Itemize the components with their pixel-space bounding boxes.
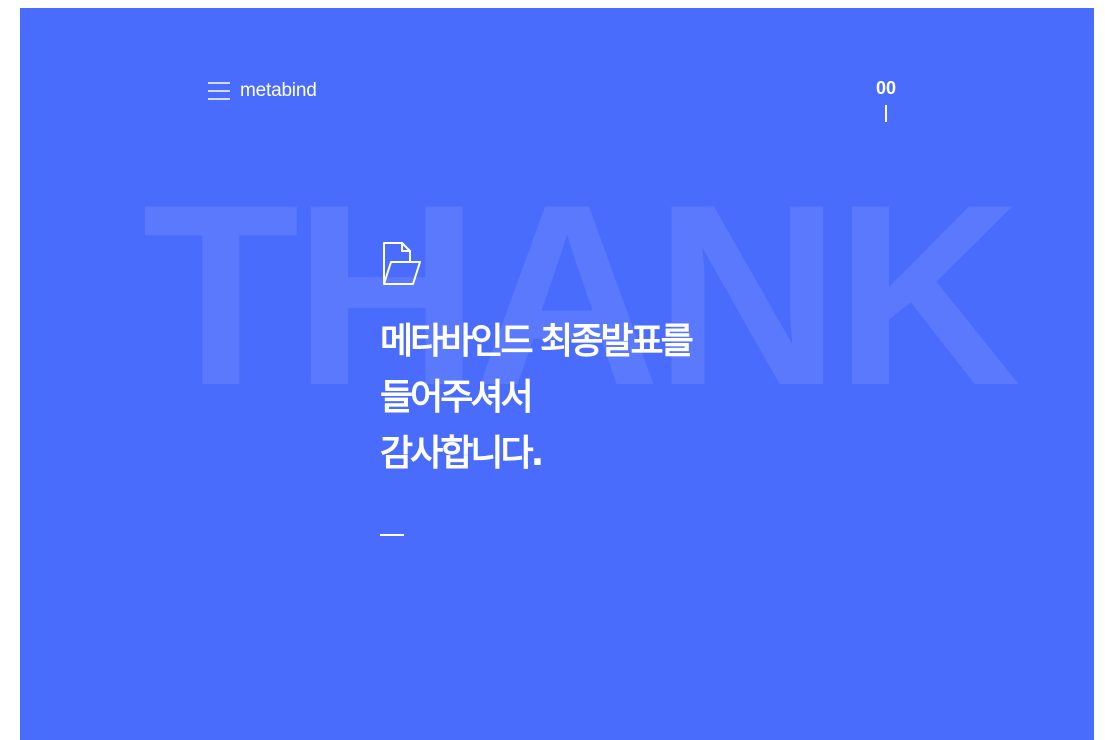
hamburger-icon[interactable]: [208, 81, 230, 101]
page-number: 00: [875, 78, 897, 98]
underline-divider: [380, 534, 404, 536]
brand-name: metabind: [240, 80, 317, 101]
page-divider: [885, 105, 887, 122]
headline-line-2: 들어주셔서: [380, 377, 534, 418]
folder-open-icon: [383, 242, 421, 285]
main-content: 메타바인드 최종발표를 들어주셔서 감사합니다.: [380, 240, 694, 536]
menu-button[interactable]: metabind: [208, 80, 317, 102]
headline: 메타바인드 최종발표를 들어주셔서 감사합니다.: [380, 314, 694, 482]
slide: THANK metabind 00 메타바인드 최종발표를 들어주셔서 감사합니…: [20, 8, 1094, 740]
page-counter: 00: [866, 78, 906, 122]
headline-line-1: 메타바인드 최종발표를: [380, 321, 694, 362]
headline-line-3: 감사합니다.: [380, 433, 544, 474]
